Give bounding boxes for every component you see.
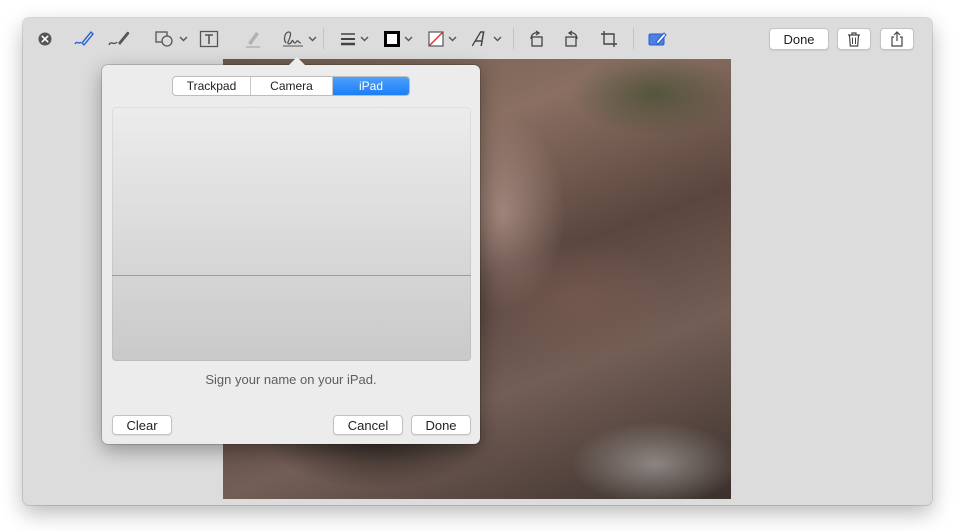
chevron-down-icon (493, 36, 502, 42)
toolbar-separator (633, 28, 634, 49)
chevron-down-icon (179, 36, 188, 42)
toolbar-separator (513, 28, 514, 49)
sketch-button[interactable] (73, 28, 95, 50)
draw-icon (108, 31, 130, 46)
preview-window: Done Trackpad Camera iPad Sign your name… (23, 18, 932, 505)
text-style-button[interactable] (472, 28, 502, 50)
popover-done-button[interactable]: Done (411, 415, 471, 435)
annotate-button[interactable] (647, 28, 667, 50)
rotate-left-icon (530, 30, 543, 47)
text-style-icon (472, 31, 485, 47)
signature-baseline (112, 275, 471, 276)
chevron-down-icon (360, 36, 369, 42)
toolbar-separator (323, 28, 324, 49)
signature-pad[interactable] (112, 107, 471, 361)
signature-instruction: Sign your name on your iPad. (205, 372, 377, 387)
border-color-icon (384, 31, 400, 47)
rotate-right-button[interactable] (563, 28, 581, 50)
signature-popover: Trackpad Camera iPad Sign your name on y… (102, 57, 480, 444)
chevron-down-icon (308, 36, 317, 42)
line-style-button[interactable] (339, 28, 369, 50)
annotate-icon (648, 32, 667, 46)
share-icon (891, 31, 903, 47)
highlight-button[interactable] (243, 28, 263, 50)
line-style-icon (341, 33, 355, 46)
crop-button[interactable] (600, 28, 618, 50)
trash-icon (848, 31, 860, 47)
border-color-button[interactable] (383, 28, 413, 50)
tab-trackpad[interactable]: Trackpad (173, 77, 251, 95)
shapes-icon (155, 31, 173, 47)
sketch-icon (74, 30, 94, 47)
fill-color-icon (428, 31, 444, 47)
popover-arrow (288, 57, 306, 66)
crop-icon (601, 31, 617, 47)
done-button[interactable]: Done (769, 28, 829, 50)
sign-icon (283, 31, 303, 47)
close-markup-button[interactable] (37, 28, 53, 50)
rotate-left-button[interactable] (527, 28, 545, 50)
markup-toolbar: Done (23, 18, 932, 59)
delete-button[interactable] (837, 28, 871, 50)
shapes-button[interactable] (154, 28, 188, 50)
chevron-down-icon (404, 36, 413, 42)
sign-button[interactable] (281, 28, 317, 50)
share-button[interactable] (880, 28, 914, 50)
cancel-button[interactable]: Cancel (333, 415, 403, 435)
draw-button[interactable] (107, 28, 131, 50)
tab-ipad[interactable]: iPad (333, 77, 409, 95)
close-icon (38, 32, 52, 46)
text-icon (199, 30, 219, 48)
tab-camera[interactable]: Camera (251, 77, 333, 95)
rotate-right-icon (565, 30, 578, 47)
signature-source-tabs: Trackpad Camera iPad (172, 76, 410, 96)
fill-color-button[interactable] (427, 28, 457, 50)
chevron-down-icon (448, 36, 457, 42)
clear-button[interactable]: Clear (112, 415, 172, 435)
highlight-icon (246, 32, 260, 48)
text-button[interactable] (199, 28, 219, 50)
